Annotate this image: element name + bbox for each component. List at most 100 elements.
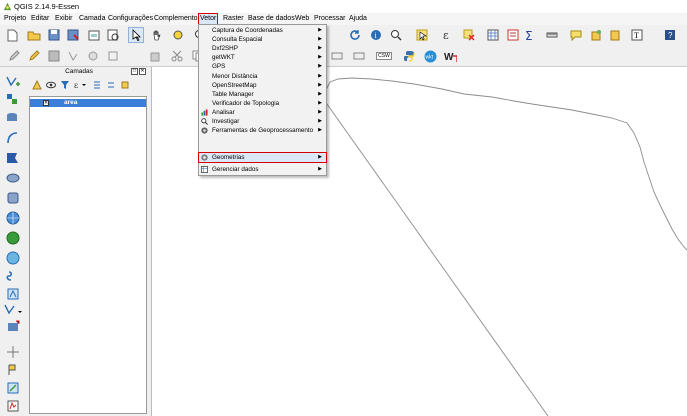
menu-exibir[interactable]: Exibir: [54, 14, 74, 24]
get-wkt-icon[interactable]: W: [443, 49, 457, 63]
menu-complementos[interactable]: Complementos: [153, 14, 202, 24]
panel-float-button[interactable]: □: [131, 68, 138, 75]
menu-base-de-dados[interactable]: Base de dados: [247, 14, 296, 24]
delete-selected-icon[interactable]: [148, 49, 162, 63]
add-feature-point-icon[interactable]: [6, 345, 20, 359]
georeferencer-icon[interactable]: [6, 399, 20, 413]
add-feature-icon[interactable]: [66, 49, 80, 63]
show-bookmarks-icon[interactable]: [608, 28, 622, 42]
menu-item-verificador-de-topologia[interactable]: Verificador de Topologia ▶: [199, 99, 326, 108]
title-bar: QGIS 2.14.9-Essen: [0, 0, 687, 13]
gps-tools-icon[interactable]: [6, 363, 20, 377]
save-edits-icon[interactable]: [47, 49, 61, 63]
menu-web[interactable]: Web: [294, 14, 310, 24]
remove-layer-icon[interactable]: [119, 78, 131, 92]
menu-bar: Projeto Editar Exibir Camada Configuraçõ…: [0, 13, 687, 25]
help-icon[interactable]: ?: [663, 28, 677, 42]
open-project-icon[interactable]: [27, 28, 41, 42]
save-project-icon[interactable]: [47, 28, 61, 42]
new-shapefile-icon[interactable]: [4, 303, 24, 317]
select-cursor-icon[interactable]: [128, 27, 144, 43]
new-project-icon[interactable]: [5, 28, 19, 42]
label-tool-icon[interactable]: [330, 49, 344, 63]
filter-expression-icon[interactable]: ε: [73, 78, 89, 92]
menu-item-investigar[interactable]: Investigar ▶: [199, 117, 326, 126]
add-spatialite-icon[interactable]: [6, 111, 20, 125]
add-mssql-icon[interactable]: [6, 151, 20, 165]
composer-manager-icon[interactable]: [106, 28, 120, 42]
print-composer-icon[interactable]: [87, 28, 101, 42]
pan-to-selection-icon[interactable]: [171, 28, 185, 42]
measure-icon[interactable]: [545, 28, 559, 42]
menu-item-label: Gerenciar dados: [212, 166, 259, 174]
toolbar-row-2: CSW wkt W: [0, 46, 687, 67]
node-tool-icon[interactable]: [106, 49, 120, 63]
menu-item-openstreetmap[interactable]: OpenStreetMap ▶: [199, 81, 326, 90]
identify-icon[interactable]: i: [369, 28, 383, 42]
toggle-editing-icon[interactable]: [27, 49, 41, 63]
layer-row-area[interactable]: ✕ area: [30, 99, 146, 107]
filter-icon[interactable]: [59, 78, 71, 92]
add-postgis-icon[interactable]: [6, 131, 20, 145]
cut-features-icon[interactable]: [170, 49, 184, 63]
menu-item-gerenciar-dados[interactable]: Gerenciar dados ▶: [199, 165, 326, 174]
select-by-expression-icon[interactable]: ε: [441, 28, 455, 42]
menu-item-menor-distancia[interactable]: Menor Distância ▶: [199, 72, 326, 81]
zoom-select-icon[interactable]: [390, 28, 404, 42]
menu-item-captura-de-coordenadas[interactable]: Captura de Coordenadas ▶: [199, 26, 326, 35]
select-features-icon[interactable]: [415, 28, 429, 42]
statistics-sum-icon[interactable]: Σ: [523, 28, 537, 42]
python-console-icon[interactable]: [402, 49, 416, 63]
visibility-eye-icon[interactable]: [45, 78, 57, 92]
add-wms-icon[interactable]: [6, 211, 20, 225]
add-delimited-text-icon[interactable]: [6, 269, 20, 283]
panel-close-button[interactable]: ✕: [139, 68, 146, 75]
add-db2-icon[interactable]: [6, 191, 20, 205]
capture-coordinate-icon[interactable]: [6, 381, 20, 395]
menu-editar[interactable]: Editar: [30, 14, 50, 24]
refresh-icon[interactable]: [348, 28, 362, 42]
collapse-all-icon[interactable]: [105, 78, 117, 92]
add-virtual-layer-icon[interactable]: [6, 287, 20, 301]
text-annotation-icon[interactable]: T: [630, 28, 644, 42]
menu-item-geometrias[interactable]: Geometrias ▶: [198, 151, 327, 164]
deselect-icon[interactable]: [462, 28, 476, 42]
add-vector-layer-icon[interactable]: [6, 75, 20, 89]
svg-text:T: T: [634, 31, 639, 40]
menu-item-gps[interactable]: GPS ▶: [199, 62, 326, 71]
menu-item-table-manager[interactable]: Table Manager ▶: [199, 90, 326, 99]
move-feature-icon[interactable]: [86, 49, 100, 63]
new-spatialite-layer-icon[interactable]: [6, 320, 20, 334]
submenu-arrow-icon: ▶: [318, 166, 322, 173]
menu-configuracoes[interactable]: Configurações: [107, 14, 154, 24]
menu-ajuda[interactable]: Ajuda: [348, 14, 368, 24]
menu-item-getwkt[interactable]: getWKT ▶: [199, 53, 326, 62]
menu-item-analisar[interactable]: Analisar ▶: [199, 108, 326, 117]
add-wcs-icon[interactable]: [6, 231, 20, 245]
add-oracle-icon[interactable]: [6, 171, 20, 185]
attribute-table-icon[interactable]: [486, 28, 500, 42]
menu-item-consulta-espacial[interactable]: Consulta Espacial ▶: [199, 35, 326, 44]
menu-projeto[interactable]: Projeto: [3, 14, 27, 24]
menu-item-label: Dxf2SHP: [212, 45, 238, 53]
expand-all-icon[interactable]: [91, 78, 103, 92]
menu-processar[interactable]: Processar: [313, 14, 347, 24]
menu-raster[interactable]: Raster: [222, 14, 245, 24]
wkt-icon[interactable]: wkt: [423, 49, 437, 63]
new-bookmark-icon[interactable]: [589, 28, 603, 42]
field-calculator-icon[interactable]: [506, 28, 520, 42]
csw-button[interactable]: CSW: [376, 49, 392, 63]
pan-hand-icon[interactable]: [150, 28, 164, 42]
label-move-icon[interactable]: [352, 49, 366, 63]
layer-visibility-checkbox[interactable]: ✕: [43, 100, 49, 106]
menu-item-dxf2shp[interactable]: Dxf2SHP ▶: [199, 44, 326, 53]
map-tips-icon[interactable]: [569, 28, 583, 42]
save-as-icon[interactable]: [66, 28, 80, 42]
menu-camada[interactable]: Camada: [78, 14, 106, 24]
menu-item-ferramentas-de-geoprocessamento[interactable]: Ferramentas de Geoprocessamento ▶: [199, 126, 326, 135]
add-wfs-icon[interactable]: [6, 251, 20, 265]
add-raster-layer-icon[interactable]: [6, 93, 20, 107]
menu-vetor[interactable]: Vetor: [197, 13, 219, 25]
edit-pencil-icon[interactable]: [7, 49, 21, 63]
layer-style-icon[interactable]: [31, 78, 43, 92]
